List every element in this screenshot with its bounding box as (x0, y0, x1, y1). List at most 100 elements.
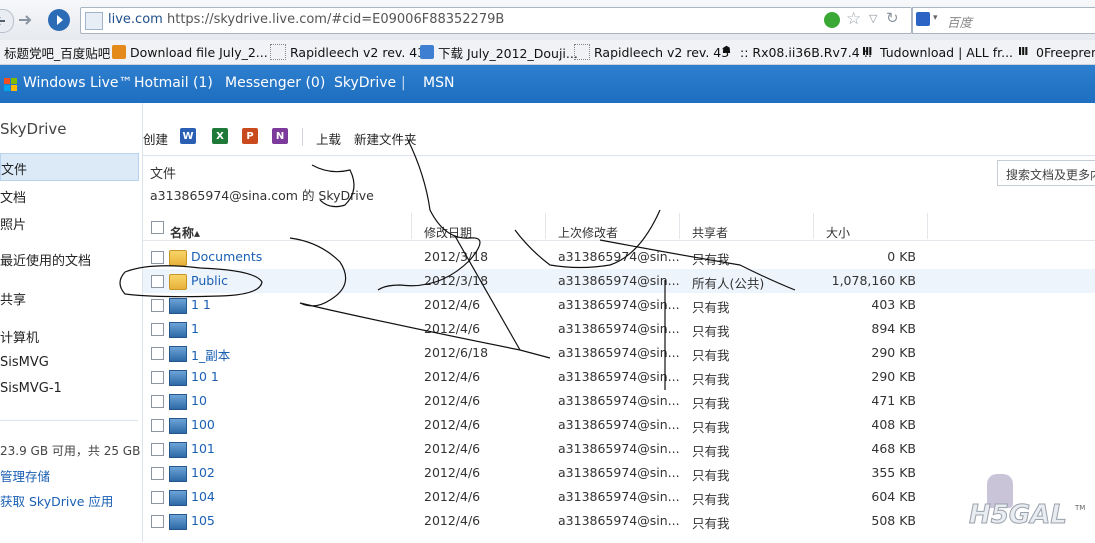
file-name[interactable]: 1 1 (191, 297, 211, 312)
search-bar[interactable]: ▾ 百度 (912, 7, 1095, 34)
file-name[interactable]: 105 (191, 513, 215, 528)
row-checkbox[interactable] (151, 251, 164, 264)
sidebar-item-photos[interactable]: 照片 (0, 214, 26, 233)
table-row[interactable]: 1 2012/4/6 a313865974@sin... 只有我 894 KB (143, 317, 1095, 341)
file-size: 290 KB (871, 345, 916, 360)
sidebar-item-documents[interactable]: 文档 (0, 187, 26, 206)
row-checkbox[interactable] (151, 491, 164, 504)
url-text[interactable]: https://skydrive.live.com/#cid=E09006F88… (167, 12, 504, 27)
shared-with: 只有我 (692, 348, 730, 363)
table-row[interactable]: 101 2012/4/6 a313865974@sin... 只有我 468 KB (143, 437, 1095, 461)
column-header-modified[interactable]: 修改日期 (424, 224, 472, 241)
table-row[interactable]: 1 1 2012/4/6 a313865974@sin... 只有我 403 KB (143, 293, 1095, 317)
bookmark-star-icon[interactable]: ☆ (846, 9, 861, 29)
row-checkbox[interactable] (151, 371, 164, 384)
shared-with: 只有我 (692, 396, 730, 411)
row-checkbox[interactable] (151, 395, 164, 408)
new-folder-button[interactable]: 新建文件夹 (354, 129, 417, 148)
table-row[interactable]: Documents 2012/3/18 a313865974@sin... 只有我 0 … (143, 245, 1095, 269)
table-row[interactable]: Public 2012/3/18 a313865974@sin... 所有人(公共) 1… (143, 269, 1095, 293)
row-checkbox[interactable] (151, 275, 164, 288)
windows-live-brand[interactable]: Windows Live™ (23, 75, 133, 91)
file-name[interactable]: 10 1 (191, 369, 219, 384)
address-bar[interactable]: live.com https://skydrive.live.com/#cid=… (80, 7, 912, 34)
bookmark-item[interactable]: Rapidleech v2 rev. 43 (574, 43, 729, 61)
file-size: 290 KB (871, 369, 916, 384)
search-input[interactable]: 百度 (947, 12, 972, 31)
column-header-modified-by[interactable]: 上次修改者 (558, 224, 618, 241)
shared-with: 所有人(公共) (692, 276, 765, 291)
nav-skydrive[interactable]: SkyDrive (334, 75, 396, 91)
table-row[interactable]: 1_副本 2012/6/18 a313865974@sin... 只有我 290 KB (143, 341, 1095, 365)
table-row[interactable]: 104 2012/4/6 a313865974@sin... 只有我 604 KB (143, 485, 1095, 509)
file-name[interactable]: 102 (191, 465, 215, 480)
site-identity-icon[interactable] (85, 12, 103, 30)
powerpoint-doc-icon[interactable]: P (242, 128, 258, 144)
table-header (143, 212, 1095, 241)
row-checkbox[interactable] (151, 347, 164, 360)
modified-date: 2012/4/6 (424, 489, 481, 504)
file-name[interactable]: 104 (191, 489, 215, 504)
sidebar-item-recent[interactable]: 最近使用的文档 (0, 250, 91, 269)
home-button[interactable] (48, 9, 70, 31)
table-row[interactable]: 100 2012/4/6 a313865974@sin... 只有我 408 KB (143, 413, 1095, 437)
table-row[interactable]: 10 2012/4/6 a313865974@sin... 只有我 471 KB (143, 389, 1095, 413)
bookmark-item[interactable]: Download file July_2... (112, 43, 268, 61)
bookmark-item[interactable]: Ⅲ 0Freepren (1018, 43, 1095, 61)
column-header-size[interactable]: 大小 (826, 224, 850, 241)
baidu-paw-icon[interactable] (916, 12, 930, 26)
sidebar-item-sismvg-1[interactable]: SisMVG-1 (0, 381, 62, 396)
column-header-shared[interactable]: 共享者 (692, 224, 728, 241)
bookmark-label: 标题党吧_百度贴吧 (4, 45, 111, 61)
nav-hotmail[interactable]: Hotmail (1) (134, 75, 213, 91)
row-checkbox[interactable] (151, 419, 164, 432)
row-checkbox[interactable] (151, 515, 164, 528)
file-name[interactable]: 1_副本 (191, 345, 230, 364)
sidebar-title[interactable]: SkyDrive (0, 120, 67, 138)
word-doc-icon[interactable]: W (180, 128, 196, 144)
go-icon[interactable] (824, 12, 840, 28)
table-row[interactable]: 102 2012/4/6 a313865974@sin... 只有我 355 KB (143, 461, 1095, 485)
bookmark-item[interactable]: Ⅲ Tudownload | ALL fr... (862, 43, 1013, 61)
get-skydrive-app-link[interactable]: 获取 SkyDrive 应用 (0, 491, 113, 510)
forward-button[interactable] (16, 11, 34, 29)
file-name[interactable]: 100 (191, 417, 215, 432)
onenote-doc-icon[interactable]: N (272, 128, 288, 144)
row-checkbox[interactable] (151, 299, 164, 312)
watermark-tm: TM (1075, 504, 1086, 512)
select-all-checkbox[interactable] (151, 221, 164, 234)
search-docs-input[interactable]: 搜索文档及更多内 (997, 160, 1095, 186)
bookmark-item[interactable]: ☗:: Rx08.ii36B.Rv7.4 :: (722, 43, 872, 61)
excel-doc-icon[interactable]: X (212, 128, 228, 144)
row-checkbox[interactable] (151, 323, 164, 336)
nav-messenger[interactable]: Messenger (0) (225, 75, 325, 91)
upload-button[interactable]: 上载 (316, 129, 341, 148)
back-button[interactable] (0, 9, 14, 33)
bookmark-item[interactable]: Rapidleech v2 rev. 43 (270, 43, 425, 61)
file-name[interactable]: Public (191, 273, 228, 288)
bookmark-item[interactable]: 下载 July_2012_Douji... (420, 43, 578, 61)
reload-icon[interactable]: ↻ (886, 9, 899, 27)
photo-icon (169, 466, 187, 482)
sidebar-item-computers[interactable]: 计算机 (0, 327, 39, 346)
bookmark-item[interactable]: 标题党吧_百度贴吧 (4, 43, 110, 61)
file-name[interactable]: 10 (191, 393, 207, 408)
sidebar-item-sismvg[interactable]: SisMVG (0, 355, 49, 370)
table-row[interactable]: 105 2012/4/6 a313865974@sin... 只有我 508 KB (143, 509, 1095, 533)
row-checkbox[interactable] (151, 443, 164, 456)
sidebar-item-files[interactable]: 文件 (0, 153, 139, 181)
owner-breadcrumb[interactable]: a313865974@sina.com 的 SkyDrive (150, 185, 374, 204)
modified-by: a313865974@sin... (558, 417, 680, 432)
nav-msn[interactable]: MSN (423, 75, 454, 91)
modified-date: 2012/3/18 (424, 273, 489, 288)
dropdown-icon[interactable]: ▽ (869, 12, 877, 25)
table-row[interactable]: 10 1 2012/4/6 a313865974@sin... 只有我 290 KB (143, 365, 1095, 389)
file-name[interactable]: 101 (191, 441, 215, 456)
file-name[interactable]: 1 (191, 321, 199, 336)
column-header-name[interactable]: 名称▴ (170, 224, 200, 241)
search-engine-dropdown-icon[interactable]: ▾ (933, 13, 938, 23)
sidebar-item-shared[interactable]: 共享 (0, 289, 26, 308)
row-checkbox[interactable] (151, 467, 164, 480)
file-name[interactable]: Documents (191, 249, 262, 264)
manage-storage-link[interactable]: 管理存储 (0, 466, 50, 485)
